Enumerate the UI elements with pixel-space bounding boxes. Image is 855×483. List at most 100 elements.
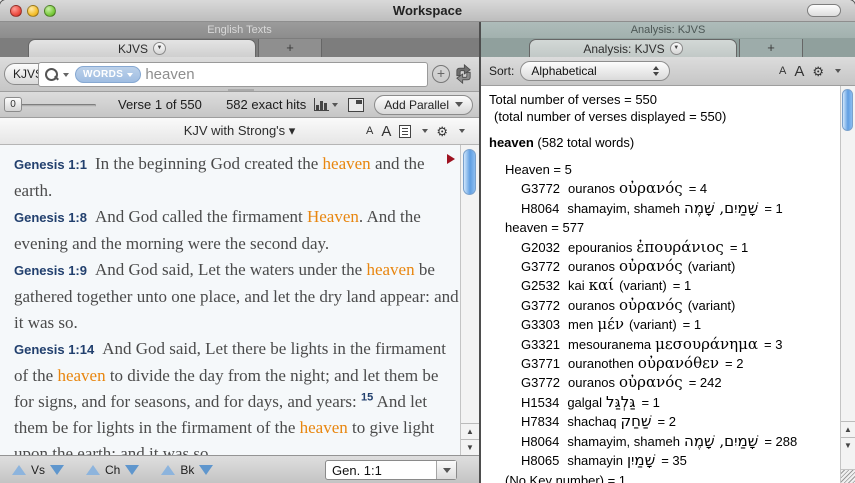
transliteration: shamayim, shameh (567, 434, 680, 449)
scroll-up-button[interactable]: ▲ (841, 421, 855, 437)
search-options-chevron-icon[interactable] (63, 73, 69, 77)
strongs-key[interactable]: G3772 (521, 181, 560, 196)
left-scrollbar-thumb[interactable] (463, 149, 476, 195)
tab-analysis-kjvs[interactable]: Analysis: KJVS ▼ (529, 39, 737, 57)
hits-graph-icon[interactable] (314, 98, 329, 111)
chevron-down-icon[interactable] (422, 129, 428, 133)
title-bar: Workspace (0, 0, 855, 22)
variant-note: (variant) (688, 298, 736, 313)
analysis-entry[interactable]: G2032epouraniosἐπουράνιος= 1 (489, 238, 840, 257)
add-parallel-button[interactable]: Add Parallel (374, 95, 473, 115)
analysis-entry[interactable]: G3771ouranothenοὐρανόθεν= 2 (489, 354, 840, 373)
analysis-entry[interactable]: G3321mesouranemaμεσουράνημα= 3 (489, 335, 840, 354)
verse-ref[interactable]: Genesis 1:9 (14, 263, 87, 278)
chevron-down-icon[interactable] (459, 129, 465, 133)
tab-kjvs[interactable]: KJVS ▼ (28, 39, 256, 57)
strongs-key[interactable]: G3772 (521, 375, 560, 390)
next-book-button[interactable] (199, 465, 213, 475)
strongs-key[interactable]: G3303 (521, 317, 560, 332)
strongs-key[interactable]: H8064 (521, 434, 559, 449)
gear-icon[interactable]: ⚙ (812, 65, 824, 78)
hit-word: heaven (57, 366, 105, 385)
next-verse-button[interactable] (50, 465, 64, 475)
strongs-key[interactable]: G2032 (521, 240, 560, 255)
research-icon[interactable] (453, 64, 474, 84)
new-tab-button[interactable]: + (739, 39, 803, 57)
verse: Genesis 1:8And God called the firmament … (14, 204, 460, 257)
strongs-key[interactable]: H8064 (521, 201, 559, 216)
analysis-entry[interactable]: G3772ouranosοὐρανός= 242 (489, 373, 840, 392)
right-scrollbar-thumb[interactable] (842, 89, 853, 131)
analysis-entry[interactable]: G2532kaiκαί(variant)= 1 (489, 276, 840, 295)
strongs-key[interactable]: G3772 (521, 259, 560, 274)
slider-thumb[interactable]: 0 (4, 97, 22, 112)
gear-icon[interactable]: ⚙ (436, 125, 448, 138)
prev-book-button[interactable] (161, 465, 175, 475)
new-tab-button[interactable]: + (258, 39, 322, 57)
window-title: Workspace (0, 3, 855, 18)
strongs-key[interactable]: G3771 (521, 356, 560, 371)
analysis-entry[interactable]: G3772ouranosοὐρανός= 4 (489, 179, 840, 198)
verse: Genesis 1:1 In the beginning God created … (14, 151, 460, 204)
analysis-content-area: Total number of verses = 550(total numbe… (481, 86, 855, 483)
scroll-down-button[interactable]: ▼ (461, 439, 479, 455)
analysis-entry[interactable]: G3303menμέν(variant)= 1 (489, 315, 840, 334)
verse-ref[interactable]: Genesis 1:14 (14, 342, 94, 357)
search-icon (45, 68, 59, 82)
search-scope-pill[interactable]: WORDS (75, 66, 141, 83)
search-toolbar: KJVS WORDS heaven + (0, 57, 479, 92)
analysis-entry[interactable]: G3772ouranosοὐρανός(variant) (489, 257, 840, 276)
right-tab-row: Analysis: KJVS ▼ + (481, 38, 855, 57)
chevron-down-icon (443, 468, 451, 473)
transliteration: men (568, 317, 593, 332)
left-scrollbar[interactable]: ▲ ▼ (460, 145, 479, 455)
chevron-down-icon[interactable] (835, 69, 841, 73)
tab-dropdown-icon[interactable]: ▼ (153, 42, 166, 55)
prev-chapter-button[interactable] (86, 465, 100, 475)
analysis-entry[interactable]: H8064shamayim, shamehשָׁמַיִם, שָׁמֶה= 2… (489, 432, 840, 451)
goto-dropdown-button[interactable] (436, 461, 456, 479)
next-chapter-button[interactable] (125, 465, 139, 475)
add-search-button[interactable]: + (432, 65, 450, 83)
verse-text: In the beginning God created the (95, 154, 323, 173)
analysis-entry[interactable]: H1534galgalגַּלְגַּל= 1 (489, 393, 840, 412)
word-count: = 3 (764, 337, 782, 352)
toolbar-toggle-button[interactable] (807, 4, 841, 17)
goto-verse-combobox[interactable]: Gen. 1:1 (325, 460, 457, 480)
strongs-key[interactable]: H7834 (521, 414, 559, 429)
prev-verse-button[interactable] (12, 465, 26, 475)
strongs-key[interactable]: G3772 (521, 298, 560, 313)
analysis-entry[interactable]: H8064shamayim, shamehשָׁמַיִם, שָׁמֶה= 1 (489, 199, 840, 218)
field-resize-grip[interactable] (228, 89, 254, 91)
strongs-key[interactable]: H8065 (521, 453, 559, 468)
increase-font-button[interactable]: A (794, 63, 804, 80)
verse-text: And God said, Let the waters under the (95, 260, 366, 279)
details-window-icon[interactable] (348, 98, 364, 112)
sort-select[interactable]: Alphabetical (520, 61, 670, 81)
chevron-down-icon[interactable] (332, 103, 338, 107)
verse-ref[interactable]: Genesis 1:8 (14, 210, 87, 225)
verse-nav-group: Vs (12, 463, 64, 477)
analysis-entry[interactable]: H8065shamayinשָׁמַיִן= 35 (489, 451, 840, 470)
hit-word: heaven (323, 154, 371, 173)
verse-ref[interactable]: Genesis 1:1 (14, 157, 87, 172)
tab-dropdown-icon[interactable]: ▼ (670, 42, 683, 55)
sort-selected-value: Alphabetical (531, 64, 653, 78)
strongs-key[interactable]: H1534 (521, 395, 559, 410)
scroll-down-button[interactable]: ▼ (841, 437, 855, 453)
analysis-entry[interactable]: H7834shachaqשַׁחַק= 2 (489, 412, 840, 431)
goto-verse-value[interactable]: Gen. 1:1 (326, 463, 436, 478)
search-input[interactable]: WORDS heaven (38, 62, 428, 87)
strongs-key[interactable]: G3321 (521, 337, 560, 352)
scroll-up-button[interactable]: ▲ (461, 423, 479, 439)
decrease-font-button[interactable]: A (779, 65, 786, 77)
increase-font-button[interactable]: A (381, 123, 391, 140)
right-scrollbar[interactable]: ▲ ▼ (840, 86, 855, 483)
display-settings-icon[interactable] (399, 125, 411, 138)
decrease-font-button[interactable]: A (366, 125, 373, 137)
resize-grip[interactable] (840, 469, 855, 483)
verse-slider[interactable]: 0 (4, 97, 96, 113)
strongs-key[interactable]: G2532 (521, 278, 560, 293)
analysis-entry[interactable]: G3772ouranosοὐρανός(variant) (489, 296, 840, 315)
variant-note: (variant) (619, 278, 667, 293)
